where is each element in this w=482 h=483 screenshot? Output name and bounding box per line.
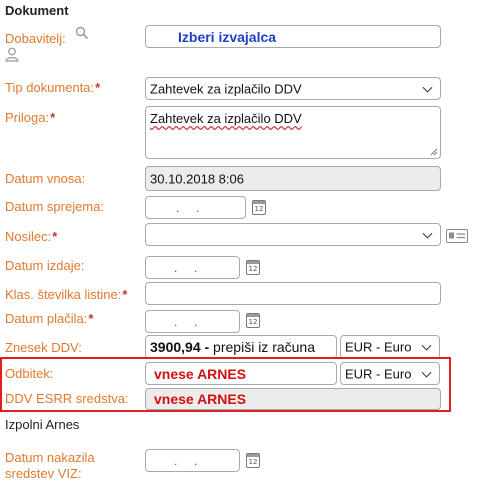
issue-date-label: Datum izdaje: [5,258,85,273]
required-marker: * [50,110,56,125]
vat-currency-select[interactable]: EUR - Euro [340,335,440,359]
attachment-label: Priloga:* [5,110,56,125]
required-marker: * [95,80,101,95]
class-number-label: Klas. številka listine:* [5,287,128,302]
deduction-currency-select[interactable]: EUR - Euro [340,362,440,385]
calendar-icon[interactable]: 12 [246,313,260,328]
receipt-date-label: Datum sprejema: [5,199,104,214]
date-placeholder: . . [174,260,198,275]
date-placeholder: . . [174,314,198,329]
vat-amount-value: 3900,94 - prepiši iz računa [150,339,315,355]
deduction-label: Odbitek: [5,366,54,381]
carrier-label: Nosilec:* [5,229,58,244]
vat-amount-note: prepiši iz računa [209,339,315,355]
class-number-input[interactable] [145,282,441,305]
deduction-input[interactable]: vnese ARNES [145,362,337,385]
vat-esrr-field: vnese ARNES [145,388,441,410]
issue-date-input[interactable]: . . [145,256,240,279]
section-title-dokument: Dokument [5,3,69,18]
deduction-currency-value: EUR - Euro [345,366,412,381]
attachment-textarea[interactable]: Zahtevek za izplačilo DDV [145,106,441,159]
search-icon[interactable] [75,26,89,40]
resize-handle-icon[interactable] [430,148,438,156]
entry-date-label: Datum vnosa: [5,171,86,186]
date-placeholder: . . [174,453,198,468]
vat-amount-input[interactable]: 3900,94 - prepiši iz računa [145,335,337,359]
required-marker: * [88,311,94,326]
deduction-value: vnese ARNES [154,365,247,382]
attachment-value: Zahtevek za izplačilo DDV [150,111,302,126]
doc-type-select[interactable]: Zahtevek za izplačilo DDV [145,77,441,100]
user-icon[interactable] [5,47,19,62]
doc-type-value: Zahtevek za izplačilo DDV [150,81,302,96]
supplier-label: Dobavitelj: [5,31,66,46]
vat-esrr-label: DDV ESRR sredstva: [5,391,129,406]
calendar-icon[interactable]: 12 [252,200,266,215]
supplier-field[interactable]: Izberi izvajalca [145,25,441,48]
receipt-date-input[interactable]: . . [145,196,246,219]
chevron-down-icon [422,82,433,93]
date-placeholder: . . [176,200,200,215]
required-marker: * [52,229,58,244]
viz-date-input[interactable]: . . [145,449,240,472]
vat-amount-label: Znesek DDV: [5,340,82,355]
doc-type-label: Tip dokumenta:* [5,80,101,95]
required-marker: * [122,287,128,302]
payment-date-label: Datum plačila:* [5,311,94,326]
vat-esrr-value: vnese ARNES [154,391,247,407]
vat-currency-value: EUR - Euro [345,339,412,355]
calendar-icon[interactable]: 12 [246,260,260,275]
chevron-down-icon [421,340,432,351]
carrier-select[interactable] [145,223,441,246]
chevron-down-icon [421,367,432,378]
id-card-icon[interactable] [446,229,468,243]
fill-section-title: Izpolni Arnes [5,417,80,432]
viz-date-label: Datum nakazila sredstev VIZ: [5,450,95,481]
payment-date-input[interactable]: . . [145,310,240,333]
entry-date-field: 30.10.2018 8:06 [145,166,441,191]
vat-amount-number: 3900,94 - [150,339,210,355]
chevron-down-icon [422,228,433,239]
calendar-icon[interactable]: 12 [246,453,260,468]
entry-date-value: 30.10.2018 8:06 [150,171,244,186]
supplier-value: Izberi izvajalca [178,28,277,45]
